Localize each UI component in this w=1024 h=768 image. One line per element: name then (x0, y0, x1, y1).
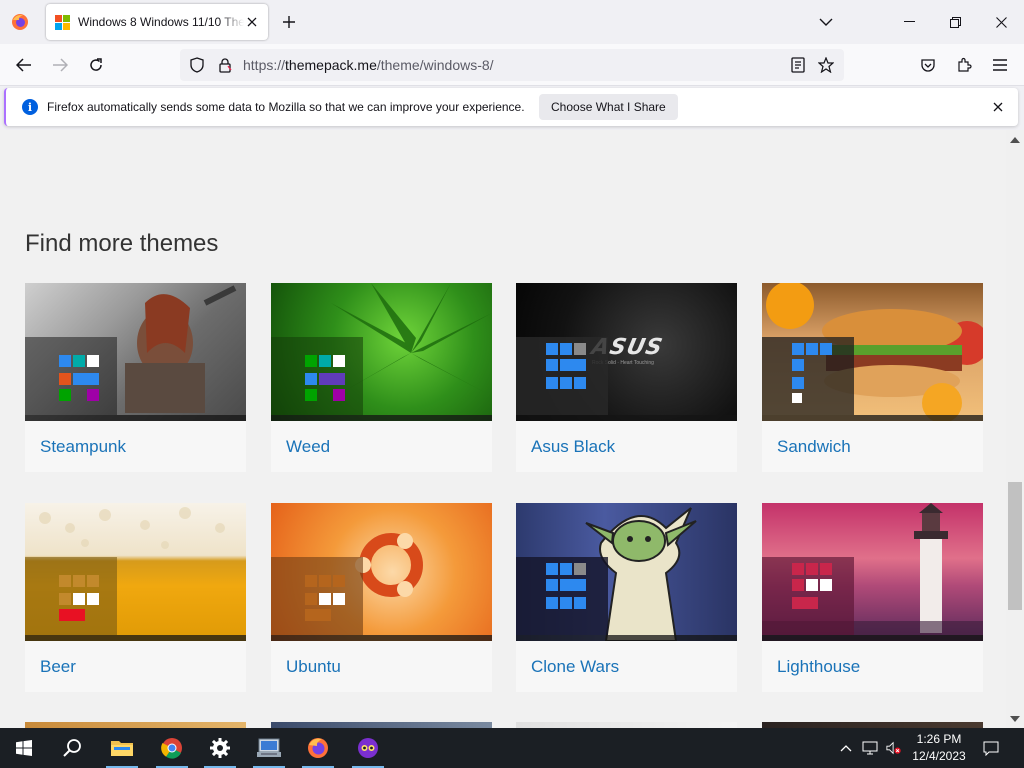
theme-thumbnail[interactable] (25, 503, 246, 641)
windows-taskbar: 1:26 PM 12/4/2023 (0, 728, 1024, 768)
theme-card-beer[interactable]: Beer (25, 503, 246, 692)
theme-thumbnail[interactable] (762, 283, 983, 421)
minimize-icon[interactable] (886, 0, 932, 44)
close-tab-icon[interactable] (244, 14, 260, 30)
clock-date: 12/4/2023 (912, 749, 966, 763)
media-app-icon[interactable] (344, 728, 392, 768)
page-scrollbar[interactable] (1006, 130, 1024, 728)
windows-logo-icon (55, 14, 70, 30)
theme-link[interactable]: Lighthouse (777, 657, 860, 677)
theme-link[interactable]: Asus Black (531, 437, 615, 457)
reader-view-icon[interactable] (788, 55, 808, 75)
section-heading: Find more themes (25, 230, 219, 257)
theme-thumbnail[interactable] (762, 503, 983, 641)
clock-time: 1:26 PM (916, 732, 962, 746)
tab-strip: Windows 8 Windows 11/10 Theme (0, 0, 1024, 44)
pocket-icon[interactable] (914, 51, 942, 79)
close-window-icon[interactable] (978, 0, 1024, 44)
file-explorer-icon[interactable] (98, 728, 146, 768)
notifications-icon[interactable] (983, 740, 999, 756)
lock-icon[interactable] (215, 55, 235, 75)
navigation-toolbar: https://themepack.me/theme/windows-8/ (0, 44, 1024, 86)
chrome-icon[interactable] (148, 728, 196, 768)
restore-icon[interactable] (932, 0, 978, 44)
network-app-icon[interactable] (245, 728, 293, 768)
close-notification-icon[interactable] (990, 99, 1006, 115)
theme-thumbnail[interactable]: ASUS Rock Solid · Heart Touching (516, 283, 737, 421)
settings-icon[interactable] (196, 728, 244, 768)
theme-thumbnail[interactable] (516, 503, 737, 641)
theme-thumbnail[interactable] (271, 283, 492, 421)
theme-link[interactable]: Ubuntu (286, 657, 341, 677)
network-icon[interactable] (862, 740, 878, 756)
page-content: Find more themes Steampunk Weed ASUS Roc… (0, 130, 1006, 728)
data-collection-notification: i Firefox automatically sends some data … (4, 88, 1018, 126)
firefox-icon[interactable] (294, 728, 342, 768)
system-clock[interactable]: 1:26 PM 12/4/2023 (905, 731, 973, 765)
notification-message: Firefox automatically sends some data to… (47, 100, 525, 114)
theme-card-sandwich[interactable]: Sandwich (762, 283, 983, 472)
theme-card-ubuntu[interactable]: Ubuntu (271, 503, 492, 692)
firefox-view-icon[interactable] (8, 10, 32, 34)
theme-link[interactable]: Clone Wars (531, 657, 619, 677)
back-icon[interactable] (10, 51, 38, 79)
extensions-icon[interactable] (950, 51, 978, 79)
theme-card-weed[interactable]: Weed (271, 283, 492, 472)
tab-title: Windows 8 Windows 11/10 Theme (78, 15, 244, 29)
forward-icon[interactable] (46, 51, 74, 79)
info-icon: i (22, 99, 38, 115)
scroll-up-icon[interactable] (1009, 133, 1021, 145)
reload-icon[interactable] (82, 51, 110, 79)
url-text[interactable]: https://themepack.me/theme/windows-8/ (243, 57, 494, 73)
tab-active[interactable]: Windows 8 Windows 11/10 Theme (46, 4, 268, 40)
new-tab-icon[interactable] (279, 12, 299, 32)
theme-card-asus-black[interactable]: ASUS Rock Solid · Heart Touching Asus Bl… (516, 283, 737, 472)
start-icon[interactable] (0, 728, 48, 768)
bookmark-star-icon[interactable] (816, 55, 836, 75)
url-bar[interactable]: https://themepack.me/theme/windows-8/ (180, 49, 844, 81)
theme-card-lighthouse[interactable]: Lighthouse (762, 503, 983, 692)
choose-what-i-share-button[interactable]: Choose What I Share (539, 94, 678, 120)
chevron-up-icon[interactable] (838, 740, 854, 756)
theme-card-clone-wars[interactable]: Clone Wars (516, 503, 737, 692)
theme-link[interactable]: Sandwich (777, 437, 851, 457)
chevron-down-icon[interactable] (816, 12, 836, 32)
volume-muted-icon[interactable] (886, 740, 902, 756)
theme-link[interactable]: Steampunk (40, 437, 126, 457)
theme-link[interactable]: Weed (286, 437, 330, 457)
tracking-shield-icon[interactable] (187, 55, 207, 75)
scrollbar-thumb[interactable] (1008, 482, 1022, 610)
theme-thumbnail[interactable] (271, 503, 492, 641)
scroll-down-icon[interactable] (1009, 713, 1021, 725)
theme-card-steampunk[interactable]: Steampunk (25, 283, 246, 472)
theme-thumbnail[interactable] (25, 283, 246, 421)
hamburger-menu-icon[interactable] (986, 51, 1014, 79)
search-icon[interactable] (48, 728, 96, 768)
theme-link[interactable]: Beer (40, 657, 76, 677)
